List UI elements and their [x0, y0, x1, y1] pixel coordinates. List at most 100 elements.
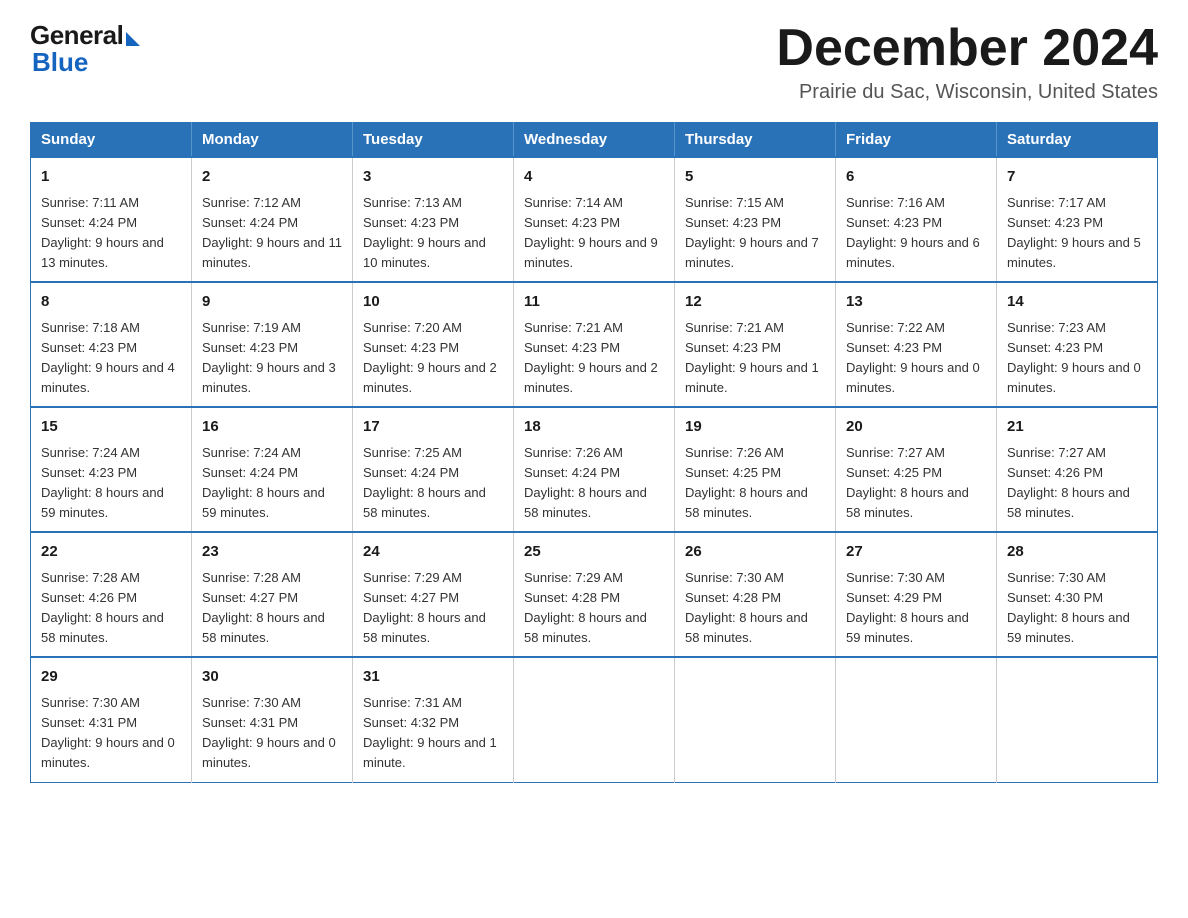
day-info: Sunrise: 7:31 AMSunset: 4:32 PMDaylight:… [363, 693, 503, 774]
calendar-cell: 27 Sunrise: 7:30 AMSunset: 4:29 PMDayligh… [836, 532, 997, 657]
day-number: 20 [846, 416, 986, 439]
day-number: 19 [685, 416, 825, 439]
calendar-table: SundayMondayTuesdayWednesdayThursdayFrid… [30, 122, 1158, 782]
day-info: Sunrise: 7:27 AMSunset: 4:25 PMDaylight:… [846, 443, 986, 524]
day-number: 13 [846, 291, 986, 314]
day-info: Sunrise: 7:20 AMSunset: 4:23 PMDaylight:… [363, 318, 503, 399]
calendar-cell: 16Sunrise: 7:24 AMSunset: 4:24 PMDayligh… [192, 407, 353, 532]
calendar-cell: 11 Sunrise: 7:21 AMSunset: 4:23 PMDayligh… [514, 282, 675, 407]
calendar-header-tuesday: Tuesday [353, 123, 514, 158]
day-info: Sunrise: 7:17 AMSunset: 4:23 PMDaylight:… [1007, 193, 1147, 274]
day-info: Sunrise: 7:25 AMSunset: 4:24 PMDaylight:… [363, 443, 503, 524]
day-number: 26 [685, 541, 825, 564]
calendar-cell: 17 Sunrise: 7:25 AMSunset: 4:24 PMDayligh… [353, 407, 514, 532]
calendar-cell: 28Sunrise: 7:30 AMSunset: 4:30 PMDayligh… [997, 532, 1158, 657]
calendar-cell: 15 Sunrise: 7:24 AMSunset: 4:23 PMDayligh… [31, 407, 192, 532]
day-info: Sunrise: 7:13 AMSunset: 4:23 PMDaylight:… [363, 193, 503, 274]
page-header: General Blue December 2024 Prairie du Sa… [30, 20, 1158, 104]
day-info: Sunrise: 7:12 AMSunset: 4:24 PMDaylight:… [202, 193, 342, 274]
day-number: 15 [41, 416, 181, 439]
day-info: Sunrise: 7:29 AMSunset: 4:28 PMDaylight:… [524, 568, 664, 649]
calendar-header-thursday: Thursday [675, 123, 836, 158]
day-number: 27 [846, 541, 986, 564]
day-number: 7 [1007, 166, 1147, 189]
calendar-header-wednesday: Wednesday [514, 123, 675, 158]
calendar-cell: 31 Sunrise: 7:31 AMSunset: 4:32 PMDayligh… [353, 657, 514, 782]
calendar-header-saturday: Saturday [997, 123, 1158, 158]
calendar-cell: 19 Sunrise: 7:26 AMSunset: 4:25 PMDayligh… [675, 407, 836, 532]
calendar-week-row: 29Sunrise: 7:30 AMSunset: 4:31 PMDayligh… [31, 657, 1158, 782]
calendar-cell: 18 Sunrise: 7:26 AMSunset: 4:24 PMDayligh… [514, 407, 675, 532]
calendar-cell: 5 Sunrise: 7:15 AMSunset: 4:23 PMDaylight… [675, 157, 836, 282]
day-info: Sunrise: 7:30 AMSunset: 4:28 PMDaylight:… [685, 568, 825, 649]
calendar-cell: 25 Sunrise: 7:29 AMSunset: 4:28 PMDayligh… [514, 532, 675, 657]
day-number: 1 [41, 166, 181, 189]
day-number: 22 [41, 541, 181, 564]
location-text: Prairie du Sac, Wisconsin, United States [776, 81, 1158, 104]
day-info: Sunrise: 7:21 AMSunset: 4:23 PMDaylight:… [685, 318, 825, 399]
day-number: 3 [363, 166, 503, 189]
calendar-week-row: 15 Sunrise: 7:24 AMSunset: 4:23 PMDayligh… [31, 407, 1158, 532]
calendar-cell: 10 Sunrise: 7:20 AMSunset: 4:23 PMDayligh… [353, 282, 514, 407]
day-info: Sunrise: 7:30 AMSunset: 4:30 PMDaylight:… [1007, 568, 1147, 649]
day-number: 12 [685, 291, 825, 314]
calendar-header-sunday: Sunday [31, 123, 192, 158]
calendar-cell: 12 Sunrise: 7:21 AMSunset: 4:23 PMDayligh… [675, 282, 836, 407]
title-block: December 2024 Prairie du Sac, Wisconsin,… [776, 20, 1158, 104]
day-info: Sunrise: 7:16 AMSunset: 4:23 PMDaylight:… [846, 193, 986, 274]
day-info: Sunrise: 7:30 AMSunset: 4:31 PMDaylight:… [41, 693, 181, 774]
logo-arrow-icon [126, 32, 140, 46]
day-number: 10 [363, 291, 503, 314]
day-info: Sunrise: 7:14 AMSunset: 4:23 PMDaylight:… [524, 193, 664, 274]
day-info: Sunrise: 7:27 AMSunset: 4:26 PMDaylight:… [1007, 443, 1147, 524]
day-info: Sunrise: 7:23 AMSunset: 4:23 PMDaylight:… [1007, 318, 1147, 399]
day-number: 8 [41, 291, 181, 314]
day-info: Sunrise: 7:11 AMSunset: 4:24 PMDaylight:… [41, 193, 181, 274]
day-info: Sunrise: 7:30 AMSunset: 4:31 PMDaylight:… [202, 693, 342, 774]
calendar-cell: 24 Sunrise: 7:29 AMSunset: 4:27 PMDayligh… [353, 532, 514, 657]
day-info: Sunrise: 7:24 AMSunset: 4:23 PMDaylight:… [41, 443, 181, 524]
day-number: 21 [1007, 416, 1147, 439]
day-info: Sunrise: 7:21 AMSunset: 4:23 PMDaylight:… [524, 318, 664, 399]
day-number: 2 [202, 166, 342, 189]
day-info: Sunrise: 7:30 AMSunset: 4:29 PMDaylight:… [846, 568, 986, 649]
day-number: 4 [524, 166, 664, 189]
calendar-cell: 13 Sunrise: 7:22 AMSunset: 4:23 PMDayligh… [836, 282, 997, 407]
calendar-week-row: 22Sunrise: 7:28 AMSunset: 4:26 PMDayligh… [31, 532, 1158, 657]
calendar-cell [514, 657, 675, 782]
calendar-cell [836, 657, 997, 782]
day-info: Sunrise: 7:15 AMSunset: 4:23 PMDaylight:… [685, 193, 825, 274]
calendar-week-row: 8 Sunrise: 7:18 AMSunset: 4:23 PMDaylight… [31, 282, 1158, 407]
day-info: Sunrise: 7:29 AMSunset: 4:27 PMDaylight:… [363, 568, 503, 649]
day-number: 31 [363, 666, 503, 689]
day-info: Sunrise: 7:18 AMSunset: 4:23 PMDaylight:… [41, 318, 181, 399]
calendar-cell: 9Sunrise: 7:19 AMSunset: 4:23 PMDaylight… [192, 282, 353, 407]
calendar-cell: 4 Sunrise: 7:14 AMSunset: 4:23 PMDaylight… [514, 157, 675, 282]
calendar-header-row: SundayMondayTuesdayWednesdayThursdayFrid… [31, 123, 1158, 158]
day-info: Sunrise: 7:28 AMSunset: 4:27 PMDaylight:… [202, 568, 342, 649]
logo: General Blue [30, 20, 140, 78]
calendar-cell: 3 Sunrise: 7:13 AMSunset: 4:23 PMDaylight… [353, 157, 514, 282]
calendar-cell: 23 Sunrise: 7:28 AMSunset: 4:27 PMDayligh… [192, 532, 353, 657]
day-info: Sunrise: 7:26 AMSunset: 4:25 PMDaylight:… [685, 443, 825, 524]
day-info: Sunrise: 7:26 AMSunset: 4:24 PMDaylight:… [524, 443, 664, 524]
day-number: 25 [524, 541, 664, 564]
calendar-header-friday: Friday [836, 123, 997, 158]
calendar-cell: 22Sunrise: 7:28 AMSunset: 4:26 PMDayligh… [31, 532, 192, 657]
calendar-header-monday: Monday [192, 123, 353, 158]
calendar-cell: 6 Sunrise: 7:16 AMSunset: 4:23 PMDaylight… [836, 157, 997, 282]
day-number: 24 [363, 541, 503, 564]
day-info: Sunrise: 7:22 AMSunset: 4:23 PMDaylight:… [846, 318, 986, 399]
day-number: 23 [202, 541, 342, 564]
day-number: 30 [202, 666, 342, 689]
day-number: 18 [524, 416, 664, 439]
day-info: Sunrise: 7:19 AMSunset: 4:23 PMDaylight:… [202, 318, 342, 399]
calendar-cell [997, 657, 1158, 782]
calendar-cell [675, 657, 836, 782]
calendar-cell: 30 Sunrise: 7:30 AMSunset: 4:31 PMDayligh… [192, 657, 353, 782]
day-number: 11 [524, 291, 664, 314]
day-number: 6 [846, 166, 986, 189]
day-number: 5 [685, 166, 825, 189]
calendar-cell: 21 Sunrise: 7:27 AMSunset: 4:26 PMDayligh… [997, 407, 1158, 532]
day-number: 17 [363, 416, 503, 439]
